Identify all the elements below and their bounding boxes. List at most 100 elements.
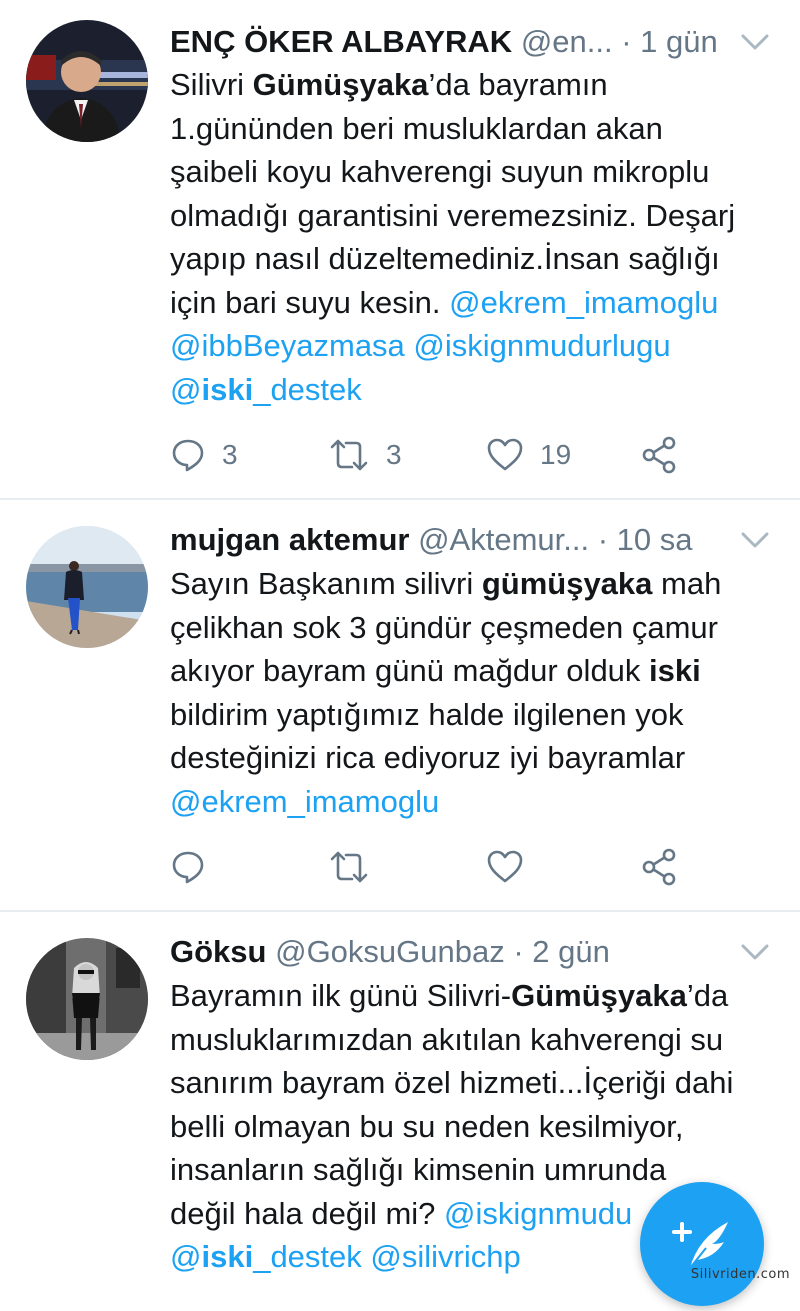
tweet-2[interactable]: mujgan aktemur @Aktemur... · 10 sa Sayın… [0,500,800,910]
highlighted-keyword: gümüşyaka [481,566,653,601]
highlighted-keyword: Gümüşyaka [511,978,687,1013]
share-icon [642,436,676,474]
text-segment: yapıp nasıl düzeltemediniz.İnsan sağlığı [170,241,720,276]
chevron-down-icon[interactable] [740,32,770,52]
chevron-down-icon[interactable] [740,530,770,550]
mention-link[interactable]: _destek [253,372,362,407]
tweet-text-line: @iski_destek [170,368,780,412]
mention-link[interactable]: @ekrem_imamoglu [449,285,718,320]
tweet-1[interactable]: ENÇ ÖKER ALBAYRAK @en... · 1 gün Silivri… [0,0,800,498]
share-icon [642,848,676,886]
watermark-text: Silivriden.com [690,1267,790,1282]
display-name[interactable]: Göksu [170,934,266,969]
mention-link[interactable]: @ibbBeyazmasa @iskignmudurlugu [170,328,671,363]
text-segment: olmadığı garantisini veremezsiniz. Deşar… [170,197,736,233]
text-segment: Sayın Başkanım silivri [170,566,482,601]
tweet-text-line: belli olmayan bu su neden kesilmiyor, [170,1105,780,1149]
text-segment: sanırım bayram özel hizmeti...İçeriği da… [170,1065,734,1100]
reply-count: 3 [222,439,238,470]
tweet-text-line: şaibeli koyu kahverengi suyun mikroplu [170,150,780,194]
retweet-count: 3 [386,439,402,470]
mention-link[interactable]: @ [170,372,201,407]
tweet-text-line: bildirim yaptığımız halde ilgilenen yok [170,693,780,737]
avatar-photo [26,938,148,1060]
tweet-text-line: musluklarımızdan akıtılan kahverengi su [170,1018,780,1062]
display-name[interactable]: mujgan aktemur [170,522,409,557]
text-segment: için bari suyu kesin. [170,284,450,320]
retweet-button[interactable] [328,847,386,887]
like-button[interactable]: 19 [486,435,571,475]
text-segment: Silivri [170,67,253,102]
tweet-actions [170,847,730,887]
like-button[interactable] [486,847,540,887]
heart-icon [487,438,523,471]
tweet-header: ENÇ ÖKER ALBAYRAK @en... · 1 gün [170,22,720,62]
retweet-button[interactable]: 3 [328,435,402,475]
highlighted-keyword: iski [649,653,701,688]
tweet-text-line: Bayramın ilk günü Silivri-Gümüşyaka’da [170,974,780,1018]
mention-link[interactable]: iski [201,1239,253,1274]
avatar[interactable] [26,20,148,142]
share-button[interactable] [640,847,678,887]
tweet-text-line: olmadığı garantisini veremezsiniz. Deşar… [170,194,780,238]
text-segment: mah [652,566,722,601]
text-segment: desteğinizi rica ediyoruz iyi bayramlar [170,740,686,775]
like-count: 19 [540,439,572,470]
user-handle[interactable]: @Aktemur... [418,522,589,557]
heart-icon [487,850,523,883]
tweet-header: Göksu @GoksuGunbaz · 2 gün [170,932,720,972]
user-handle[interactable]: @GoksuGunbaz [275,934,505,969]
tweet-text-line: Silivri Gümüşyaka’da bayramın [170,63,780,107]
compose-tweet-button[interactable] [640,1182,764,1306]
mention-link[interactable]: @ [170,1239,201,1274]
tweet-text-line: sanırım bayram özel hizmeti...İçeriği da… [170,1061,780,1105]
user-handle[interactable]: @en... [521,24,613,59]
retweet-icon [330,439,368,471]
tweet-text-line: yapıp nasıl düzeltemediniz.İnsan sağlığı [170,237,780,281]
text-segment: ’da [686,978,729,1013]
compose-tweet-icon [672,1222,728,1269]
tweet-actions: 3 3 19 [170,435,730,475]
text-segment: Bayramın ilk günü Silivri- [170,978,512,1013]
timestamp[interactable]: · 1 gün [621,24,718,59]
text-segment: akıyor bayram günü mağdur olduk [170,653,650,688]
avatar-photo [26,526,148,648]
tweet-text: Sayın Başkanım silivri gümüşyaka mah çeli… [170,562,780,823]
tweet-text-line: çelikhan sok 3 gündür çeşmeden çamur [170,606,780,650]
mention-link[interactable]: @ekrem_imamoglu [170,784,439,819]
tweet-text-line: 1.gününden beri musluklardan akan [170,107,780,151]
tweet-text-line: Sayın Başkanım silivri gümüşyaka mah [170,562,780,606]
mention-link[interactable]: _destek @silivrichp [253,1239,521,1274]
text-segment: şaibeli koyu kahverengi suyun mikroplu [170,154,710,189]
tweet-text: Silivri Gümüşyaka’da bayramın 1.gününden … [170,63,780,411]
retweet-icon [330,851,368,883]
text-segment: bildirim yaptığımız halde ilgilenen yok [170,696,684,732]
avatar[interactable] [26,526,148,648]
text-segment: çelikhan sok 3 gündür çeşmeden çamur [170,609,718,645]
tweet-text-line: @ibbBeyazmasa @iskignmudurlugu [170,324,780,368]
timestamp[interactable]: · 2 gün [513,934,610,969]
avatar[interactable] [26,938,148,1060]
tweet-text-line: desteğinizi rica ediyoruz iyi bayramlar [170,736,780,780]
text-segment: ’da bayramın [428,67,608,102]
tweet-text-line: @ekrem_imamoglu [170,780,780,824]
highlighted-keyword: Gümüşyaka [252,67,429,102]
timestamp[interactable]: · 10 sa [598,522,693,557]
chevron-down-icon[interactable] [740,942,770,962]
text-segment: belli olmayan bu su neden kesilmiyor, [170,1108,684,1144]
text-segment: insanların sağlığı kimsenin umrunda [170,1152,667,1187]
reply-button[interactable]: 3 [170,435,238,475]
text-segment: musluklarımızdan akıtılan kahverengi su [170,1021,724,1057]
mention-link[interactable]: @iskignmudu [444,1196,632,1231]
reply-icon [172,439,204,472]
share-button[interactable] [640,435,678,475]
tweet-text-line: akıyor bayram günü mağdur olduk iski [170,649,780,693]
reply-icon [172,851,204,884]
text-segment: değil hala değil mi? [170,1195,445,1231]
display-name[interactable]: ENÇ ÖKER ALBAYRAK [170,24,512,59]
tweet-header: mujgan aktemur @Aktemur... · 10 sa [170,520,720,560]
text-segment: 1.gününden beri musluklardan akan [170,110,663,146]
mention-link[interactable]: iski [201,372,253,407]
reply-button[interactable] [170,847,222,887]
tweet-text-line: için bari suyu kesin. @ekrem_imamoglu [170,281,780,325]
